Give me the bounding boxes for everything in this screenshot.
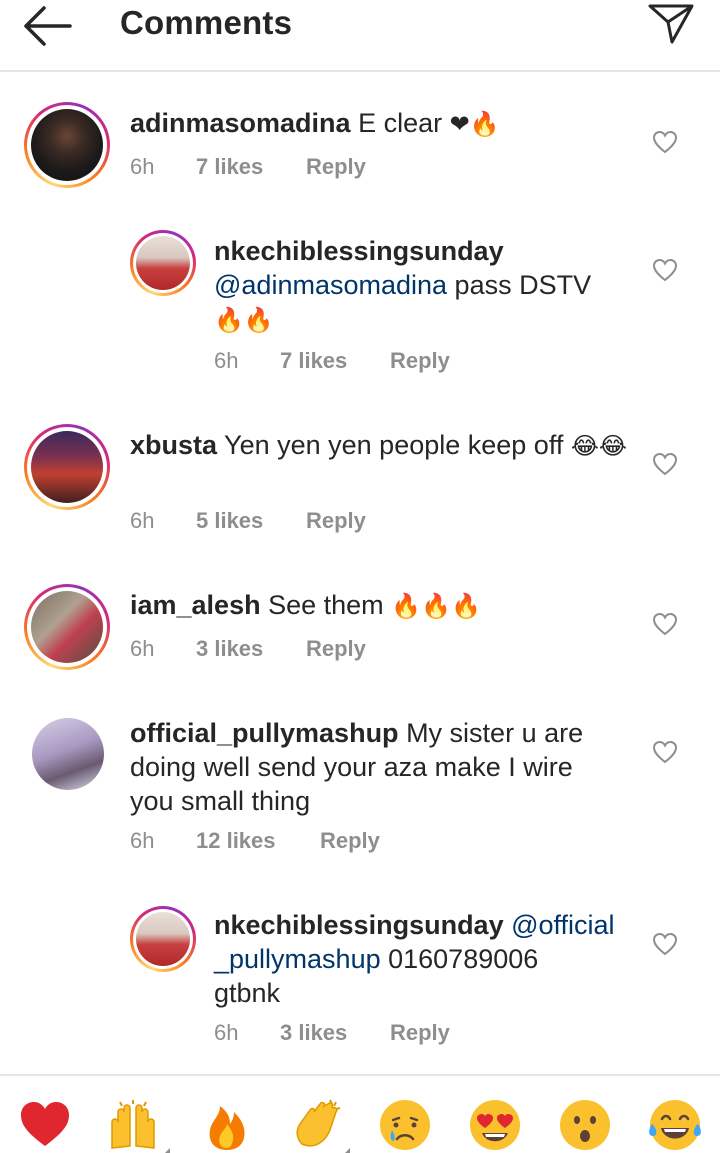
comment-text-line-3: you small thing xyxy=(130,786,311,816)
likes-count[interactable]: 5 likes xyxy=(196,508,263,534)
comment-time: 6h xyxy=(130,828,155,853)
fire-emojis: 🔥🔥🔥 xyxy=(391,592,481,620)
comment-text: E clear xyxy=(350,108,450,138)
comment-time: 6h xyxy=(130,508,155,533)
crying-face-icon[interactable] xyxy=(378,1098,432,1152)
avatar[interactable] xyxy=(130,906,196,972)
surprised-face-icon[interactable] xyxy=(558,1098,612,1152)
like-heart-icon[interactable] xyxy=(652,740,678,764)
comment-text: 0160789006 xyxy=(380,944,539,974)
like-heart-icon[interactable] xyxy=(652,932,678,956)
comment-text-line-3: gtbnk xyxy=(214,978,281,1008)
reply-button[interactable]: Reply xyxy=(306,154,366,180)
back-arrow-icon[interactable] xyxy=(18,4,78,48)
tears-of-joy-icon[interactable] xyxy=(648,1098,702,1152)
likes-count[interactable]: 7 likes xyxy=(196,154,263,180)
comment-username[interactable]: nkechiblessingsunday xyxy=(214,236,504,266)
quick-reaction-bar xyxy=(0,1074,720,1153)
raising-hands-icon[interactable] xyxy=(106,1098,160,1152)
comment-username[interactable]: official_pullymashup xyxy=(130,718,399,748)
reaction-variant-indicator xyxy=(344,1148,350,1153)
clapping-hands-icon[interactable] xyxy=(290,1098,344,1152)
comment-time: 6h xyxy=(130,636,155,661)
top-bar: Comments xyxy=(0,0,720,72)
heart-eyes-icon[interactable] xyxy=(468,1098,522,1152)
comment-text: pass DSTV xyxy=(447,270,592,300)
comment-text-line-2: doing well send your aza make I wire xyxy=(130,752,573,782)
comment-text: See them xyxy=(260,590,392,620)
avatar[interactable] xyxy=(24,102,110,188)
comment-text-line-1: My sister u are xyxy=(398,718,584,748)
reply-button[interactable]: Reply xyxy=(306,508,366,534)
comment-time: 6h xyxy=(130,154,155,179)
mention-link[interactable]: @official xyxy=(504,910,614,940)
fire-emojis: 🔥🔥 xyxy=(214,306,274,334)
reply-button[interactable]: Reply xyxy=(306,636,366,662)
heart-fire-emojis: ❤🔥 xyxy=(449,110,500,138)
avatar[interactable] xyxy=(24,584,110,670)
mention-link[interactable]: @adinmasomadina xyxy=(214,270,447,300)
comment-time: 6h xyxy=(214,1020,239,1045)
avatar[interactable] xyxy=(32,718,104,790)
likes-count[interactable]: 12 likes xyxy=(196,828,276,854)
mention-link-continued[interactable]: _pullymashup xyxy=(214,944,381,974)
avatar[interactable] xyxy=(24,424,110,510)
reply-button[interactable]: Reply xyxy=(390,348,450,374)
like-heart-icon[interactable] xyxy=(652,612,678,636)
comment-username[interactable]: adinmasomadina xyxy=(130,108,351,138)
like-heart-icon[interactable] xyxy=(652,258,678,282)
comment-username[interactable]: nkechiblessingsunday xyxy=(214,910,504,940)
direct-share-icon[interactable] xyxy=(646,0,696,46)
reply-button[interactable]: Reply xyxy=(320,828,380,854)
laughing-emojis: 😂😂 xyxy=(570,432,627,460)
avatar[interactable] xyxy=(130,230,196,296)
heart-emoji-icon[interactable] xyxy=(18,1098,72,1152)
fire-emoji-icon[interactable] xyxy=(200,1098,254,1152)
reaction-variant-indicator xyxy=(164,1148,170,1153)
page-title: Comments xyxy=(120,4,293,41)
like-heart-icon[interactable] xyxy=(652,130,678,154)
comment-username[interactable]: iam_alesh xyxy=(130,590,261,620)
like-heart-icon[interactable] xyxy=(652,452,678,476)
reply-button[interactable]: Reply xyxy=(390,1020,450,1046)
likes-count[interactable]: 7 likes xyxy=(280,348,347,374)
comment-time: 6h xyxy=(214,348,239,373)
comment-username[interactable]: xbusta xyxy=(130,430,217,460)
likes-count[interactable]: 3 likes xyxy=(280,1020,347,1046)
likes-count[interactable]: 3 likes xyxy=(196,636,263,662)
comment-text: Yen yen yen people keep off xyxy=(217,430,571,460)
